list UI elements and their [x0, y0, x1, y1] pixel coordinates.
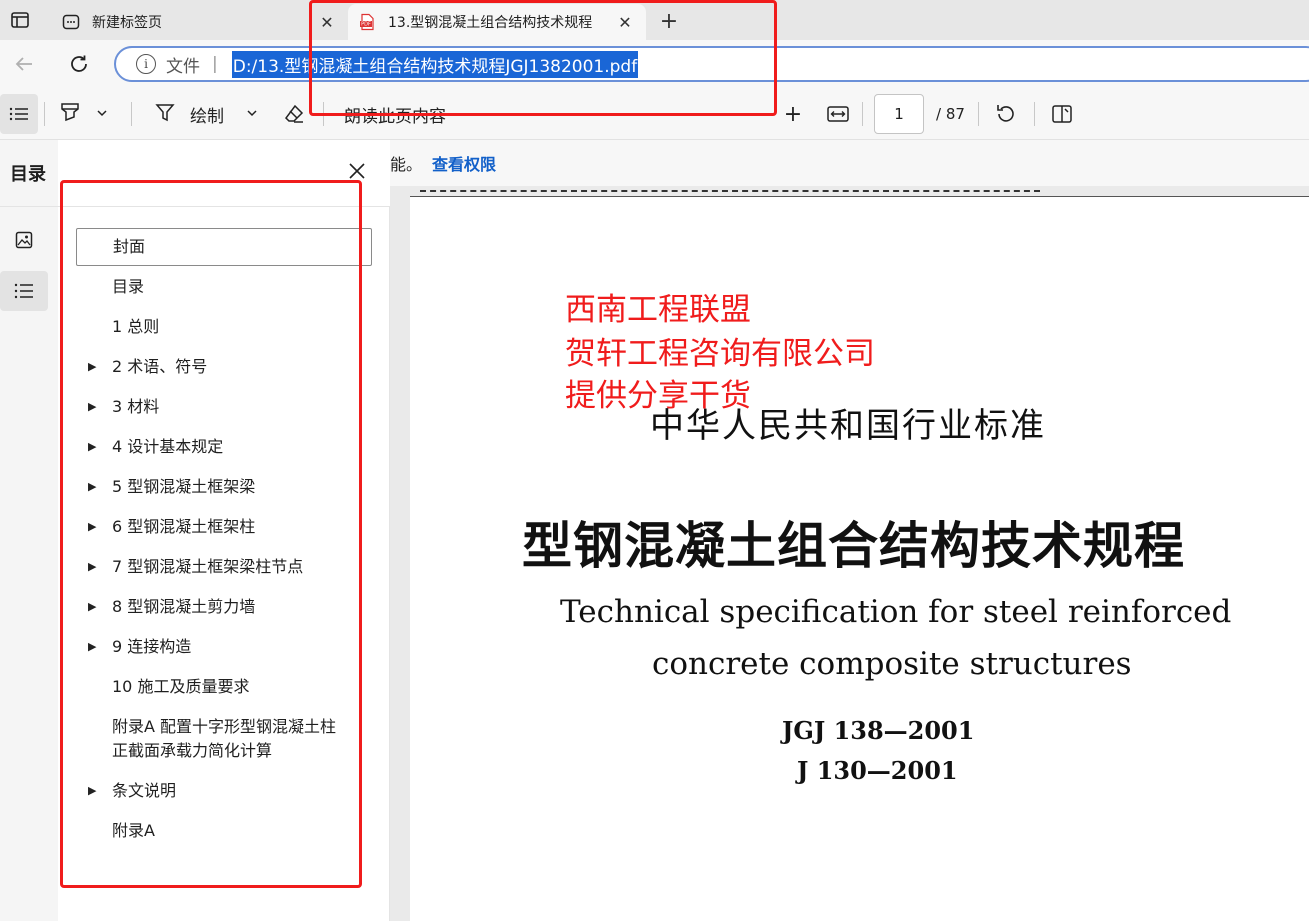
zoom-in-button[interactable]: + [782, 96, 804, 132]
tab-new-tab[interactable]: 新建标签页 ✕ [52, 4, 348, 40]
standard-code: J 130—2001 [797, 756, 958, 785]
sidebar-title: 目录 [10, 164, 46, 185]
toolbar-divider [1034, 102, 1035, 126]
draw-button[interactable]: 绘制 [154, 96, 264, 132]
toolbar-divider [978, 102, 979, 126]
scheme-label: 文件 [166, 56, 200, 77]
notice-text: 能。 [390, 155, 423, 174]
toolbar-divider [862, 102, 863, 126]
table-of-contents-icon[interactable] [0, 94, 38, 134]
watermark-line: 西南工程联盟 [565, 292, 751, 328]
page-view-icon[interactable] [1050, 96, 1076, 132]
new-tab-icon [62, 13, 80, 31]
page-total: / 87 [936, 105, 965, 123]
address-separator: | [212, 54, 218, 74]
standard-code: JGJ 138—2001 [782, 716, 975, 745]
highlighter-icon [58, 100, 82, 129]
eraser-icon[interactable] [283, 96, 307, 132]
info-icon[interactable]: i [136, 54, 156, 74]
draw-label: 绘制 [190, 106, 224, 127]
view-permissions-link[interactable]: 查看权限 [432, 151, 496, 175]
standard-heading: 中华人民共和国行业标准 [650, 406, 1046, 446]
scan-edge [420, 190, 1040, 194]
document-title: 型钢混凝土组合结构技术规程 [522, 516, 1185, 575]
fit-width-icon[interactable] [826, 96, 850, 132]
chevron-down-icon[interactable] [246, 104, 258, 124]
watermark-line: 贺轩工程咨询有限公司 [565, 336, 875, 372]
rotate-icon[interactable] [994, 96, 1020, 132]
chevron-down-icon[interactable] [96, 104, 108, 124]
toolbar-divider [44, 102, 45, 126]
annotation-box [309, 0, 777, 116]
annotation-box [60, 180, 362, 888]
tab-actions-icon[interactable] [8, 8, 32, 32]
permissions-notice: 能。 查看权限 [390, 140, 1309, 186]
toolbar-divider [131, 102, 132, 126]
english-title-line: Technical specification for steel reinfo… [560, 594, 1232, 630]
tab-title: 新建标签页 [92, 15, 162, 31]
reload-icon[interactable] [65, 50, 93, 78]
outline-list-icon[interactable] [0, 271, 48, 311]
page-number-input[interactable]: 1 [874, 94, 924, 134]
highlight-button[interactable] [58, 96, 118, 132]
back-arrow-icon[interactable] [10, 50, 38, 78]
draw-pen-icon [154, 101, 176, 128]
thumbnails-icon[interactable] [0, 220, 48, 260]
english-title-line: concrete composite structures [652, 646, 1132, 682]
